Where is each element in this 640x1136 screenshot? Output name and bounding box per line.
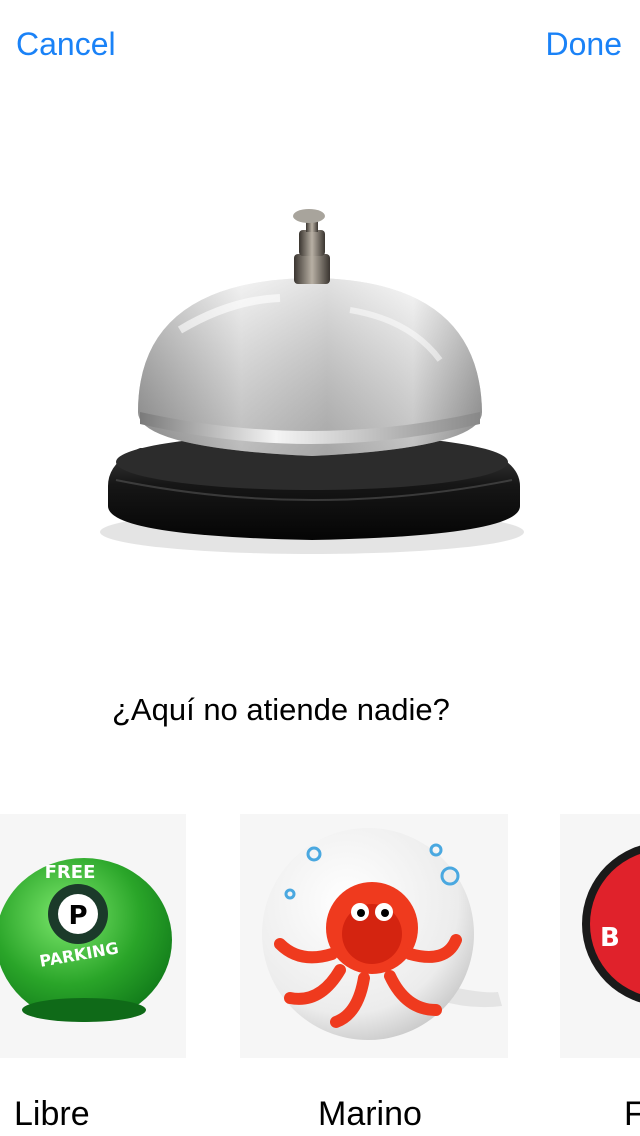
red-button-bell-image: B xyxy=(560,814,640,1058)
carousel-item-libre[interactable]: P FREE PARKING Libre xyxy=(0,812,188,1136)
carousel-item-third[interactable]: B F xyxy=(560,812,640,1136)
svg-text:B: B xyxy=(600,923,620,953)
svg-text:FREE: FREE xyxy=(45,862,96,883)
carousel-item-label: F xyxy=(624,1095,640,1133)
svg-text:P: P xyxy=(68,901,87,931)
carousel-item-label: Marino xyxy=(318,1095,422,1133)
carousel-item-marino[interactable]: Marino xyxy=(240,812,510,1136)
carousel-item-label: Libre xyxy=(14,1095,90,1133)
cancel-button[interactable]: Cancel xyxy=(16,24,116,64)
desk-bell-image xyxy=(100,209,524,554)
bell-carousel[interactable]: P FREE PARKING Libre Marino B F xyxy=(0,812,640,1136)
done-button[interactable]: Done xyxy=(546,24,623,64)
octopus-bell-image xyxy=(240,814,508,1058)
bell-caption: ¿Aquí no atiende nadie? xyxy=(112,692,450,727)
free-parking-ball-image: P FREE PARKING xyxy=(0,814,186,1058)
